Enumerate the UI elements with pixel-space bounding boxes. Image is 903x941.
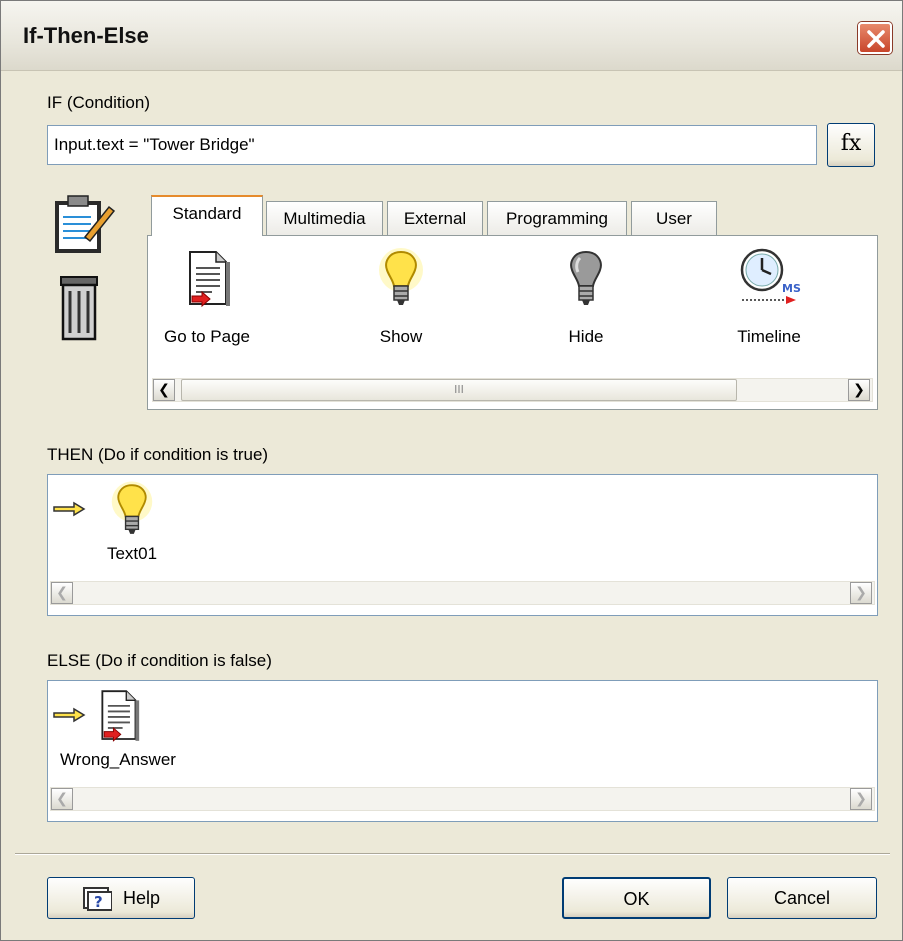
tool-label: Hide bbox=[568, 327, 604, 346]
tab-standard[interactable]: Standard bbox=[151, 195, 263, 236]
clock-icon: MS bbox=[740, 248, 801, 304]
arrow-icon bbox=[53, 501, 86, 517]
cancel-button[interactable]: Cancel bbox=[727, 877, 877, 919]
clipboard-icon[interactable] bbox=[51, 193, 117, 260]
dialog-title: If-Then-Else bbox=[23, 23, 149, 48]
help-label: Help bbox=[122, 888, 161, 908]
lightbulb-on-icon bbox=[111, 481, 153, 534]
scroll-thumb[interactable]: III bbox=[181, 379, 737, 401]
title-bar[interactable]: If-Then-Else bbox=[1, 1, 902, 71]
help-icon: ? bbox=[82, 887, 113, 912]
then-action-item[interactable]: Text01 bbox=[92, 481, 172, 564]
then-panel[interactable]: Text01 ❮ ❯ bbox=[47, 474, 878, 616]
scroll-left-icon[interactable]: ❮ bbox=[153, 379, 175, 401]
then-scroll-left-icon[interactable]: ❮ bbox=[51, 582, 73, 604]
then-item-label: Text01 bbox=[106, 544, 158, 563]
tab-external[interactable]: External bbox=[387, 201, 483, 236]
close-icon bbox=[867, 30, 885, 48]
dialog-window: If-Then-Else IF (Condition) Input.text =… bbox=[0, 0, 903, 941]
tab-multimedia[interactable]: Multimedia bbox=[266, 201, 383, 236]
tool-label: Go to Page bbox=[163, 327, 250, 346]
scroll-right-icon[interactable]: ❯ bbox=[848, 379, 870, 401]
condition-input[interactable]: Input.text = "Tower Bridge" bbox=[47, 125, 817, 165]
palette-scrollbar[interactable]: ❮ III ❯ bbox=[152, 378, 873, 402]
trash-icon[interactable] bbox=[57, 273, 101, 348]
help-button[interactable]: ? Help bbox=[47, 877, 195, 919]
then-label: THEN (Do if condition is true) bbox=[47, 445, 269, 464]
else-panel[interactable]: Wrong_Answer ❮ ❯ bbox=[47, 680, 878, 822]
ok-button[interactable]: OK bbox=[562, 877, 711, 919]
tool-timeline[interactable]: MS Timeline bbox=[714, 248, 824, 347]
close-button[interactable] bbox=[858, 22, 892, 54]
function-button[interactable]: fx bbox=[827, 123, 875, 167]
then-scroll-right-icon[interactable]: ❯ bbox=[850, 582, 872, 604]
footer-separator bbox=[15, 853, 890, 855]
else-label: ELSE (Do if condition is false) bbox=[47, 651, 272, 670]
tool-go-to-page[interactable]: Go to Page bbox=[152, 248, 262, 347]
condition-label: IF (Condition) bbox=[47, 93, 150, 112]
else-scroll-left-icon[interactable]: ❮ bbox=[51, 788, 73, 810]
tab-user[interactable]: User bbox=[631, 201, 717, 236]
page-icon bbox=[101, 690, 140, 742]
svg-text:?: ? bbox=[94, 893, 103, 911]
page-icon bbox=[189, 251, 230, 308]
tool-palette: Go to Page Show Hide MS Timeline ❮ III ❯ bbox=[147, 235, 878, 410]
clock-badge: MS bbox=[782, 282, 801, 295]
else-scrollbar[interactable]: ❮ ❯ bbox=[50, 787, 875, 811]
lightbulb-off-icon bbox=[570, 250, 602, 305]
tool-label: Timeline bbox=[737, 327, 801, 346]
else-action-item[interactable]: Wrong_Answer bbox=[48, 687, 188, 770]
tool-label: Show bbox=[379, 327, 423, 346]
tab-programming[interactable]: Programming bbox=[487, 201, 627, 236]
tool-hide[interactable]: Hide bbox=[531, 248, 641, 347]
else-scroll-right-icon[interactable]: ❯ bbox=[850, 788, 872, 810]
tool-show[interactable]: Show bbox=[346, 248, 456, 347]
else-item-label: Wrong_Answer bbox=[60, 750, 176, 769]
lightbulb-on-icon bbox=[379, 248, 423, 305]
then-scrollbar[interactable]: ❮ ❯ bbox=[50, 581, 875, 605]
